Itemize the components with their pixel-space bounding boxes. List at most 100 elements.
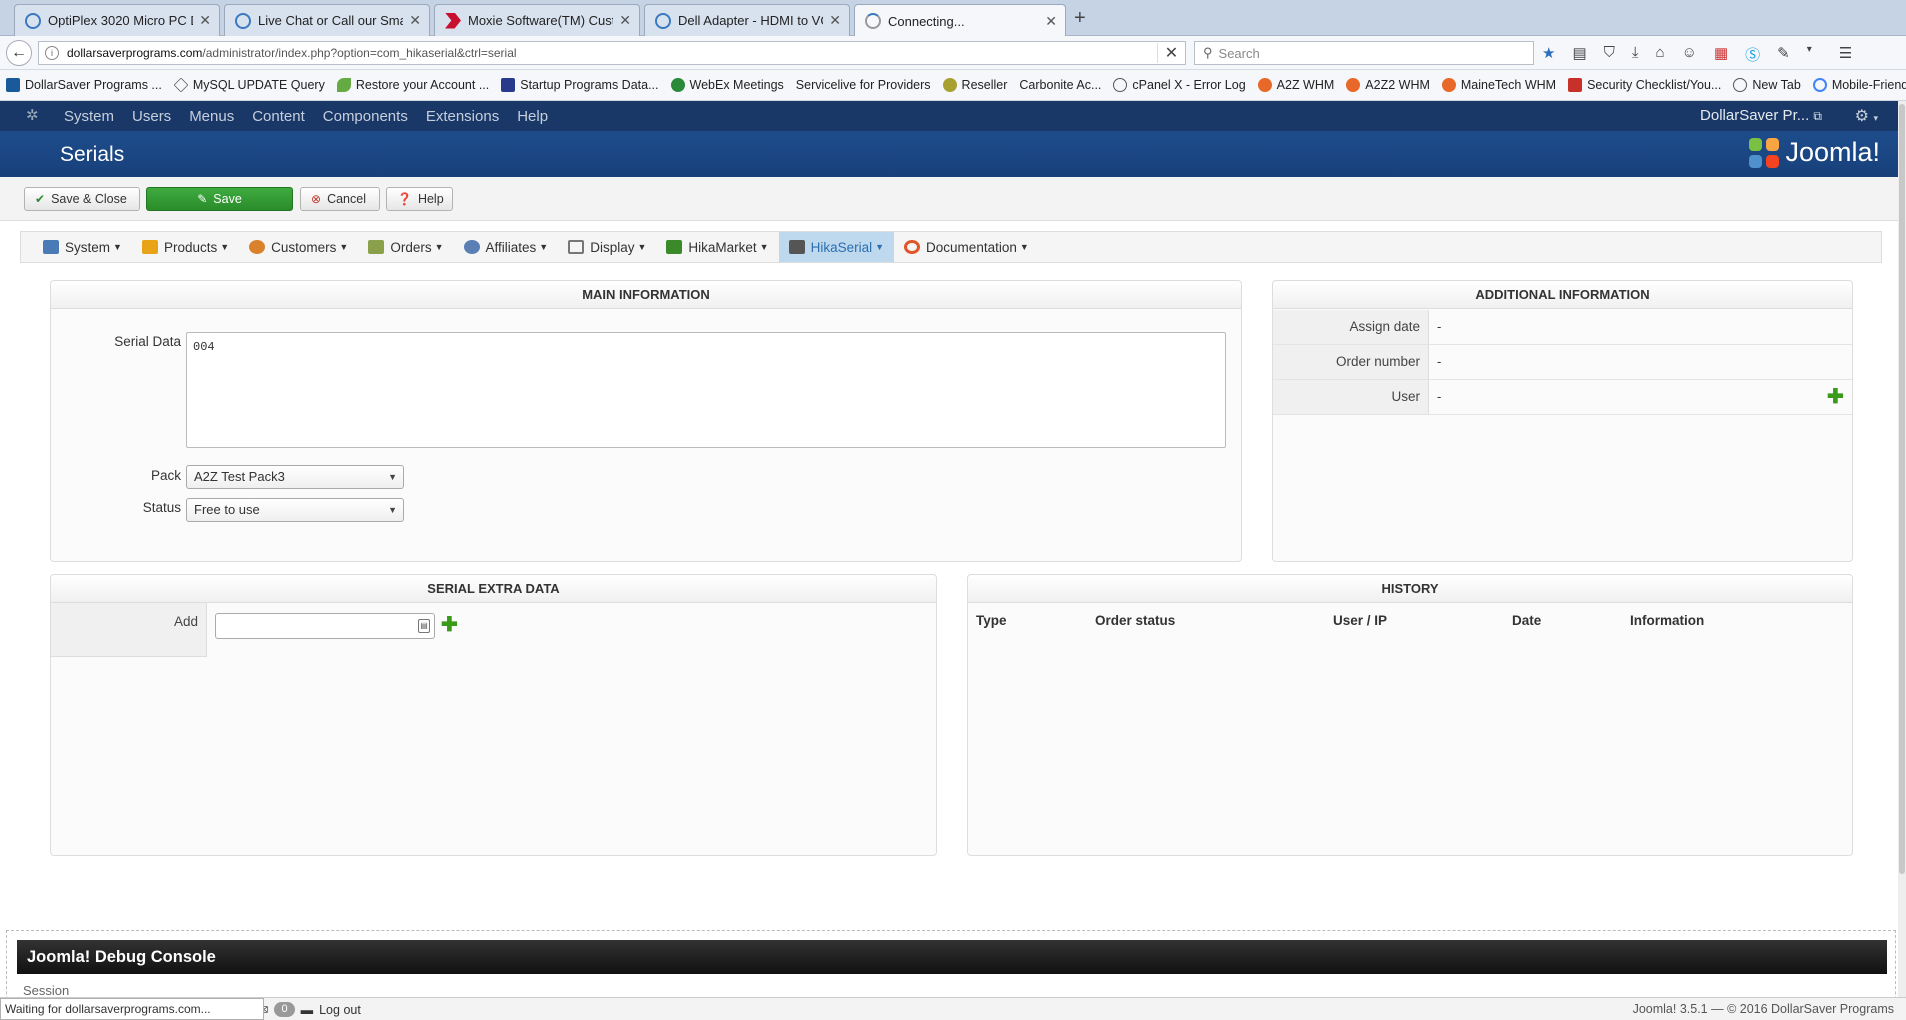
menu-components[interactable]: Components (323, 108, 408, 125)
chat-icon[interactable]: ☺ (1682, 44, 1697, 65)
status-select[interactable]: Free to use ▼ (186, 498, 404, 522)
browser-tab-1[interactable]: OptiPlex 3020 Micro PC De... ✕ (14, 4, 220, 36)
hikashop-nav: System ▼ Products ▼ Customers ▼ Orders ▼ Aff… (20, 231, 1882, 263)
browser-tab-4[interactable]: Dell Adapter - HDMI to VG... ✕ (644, 4, 850, 36)
bookmark-item[interactable]: Servicelive for Providers (796, 78, 931, 92)
hikanav-hikaserial[interactable]: HikaSerial ▼ (778, 232, 895, 262)
skype-icon[interactable]: Ⓢ (1745, 44, 1760, 65)
bookmark-item[interactable]: A2Z WHM (1257, 78, 1334, 92)
save-close-button[interactable]: ✔ Save & Close (24, 187, 140, 211)
whm-icon (1257, 78, 1272, 92)
pocket-icon[interactable]: ⛉ (1604, 44, 1615, 65)
history-col-information[interactable]: Information (1630, 613, 1704, 628)
info-row-order-number: Order number - (1273, 345, 1852, 380)
extra-data-table: Add ▤ ✚ (51, 603, 936, 817)
bookmark-star-icon[interactable]: ★ (1542, 44, 1555, 65)
browser-tab-2[interactable]: Live Chat or Call our Small ... ✕ (224, 4, 430, 36)
extension-icon[interactable]: ✎ (1777, 44, 1790, 65)
bookmark-item[interactable]: Security Checklist/You... (1568, 78, 1721, 92)
close-icon[interactable]: ✕ (409, 12, 421, 29)
chevron-down-icon: ▼ (759, 242, 769, 252)
leaf-icon (336, 78, 351, 92)
moxie-favicon-icon (445, 12, 461, 29)
page-scrollbar-thumb[interactable] (1899, 104, 1905, 874)
bookmark-item[interactable]: A2Z2 WHM (1346, 78, 1430, 92)
bookmark-item[interactable]: MySQL UPDATE Query (173, 77, 325, 93)
hikanav-display[interactable]: Display ▼ (558, 232, 656, 262)
hikanav-documentation[interactable]: Documentation ▼ (894, 232, 1039, 262)
menu-users[interactable]: Users (132, 108, 171, 125)
browser-tab-3[interactable]: Moxie Software(TM) Custo... ✕ (434, 4, 640, 36)
bookmark-item[interactable]: Startup Programs Data... (501, 78, 659, 92)
url-bar[interactable]: i dollarsaverprograms.com/administrator/… (38, 41, 1186, 65)
close-icon[interactable]: ✕ (1045, 13, 1057, 30)
back-arrow-icon[interactable]: ← (6, 40, 32, 66)
stop-loading-icon[interactable]: ✕ (1157, 43, 1185, 63)
status-label: Status (142, 500, 181, 515)
save-button[interactable]: ✎ Save (146, 187, 293, 211)
google-icon (1812, 78, 1827, 92)
history-col-type[interactable]: Type (976, 613, 1007, 628)
menu-content[interactable]: Content (252, 108, 305, 125)
close-icon[interactable]: ✕ (199, 12, 211, 29)
messages-count-badge[interactable]: 0 (274, 1002, 295, 1017)
menu-extensions[interactable]: Extensions (426, 108, 499, 125)
site-link[interactable]: DollarSaver Pr... ⧉ (1700, 107, 1822, 124)
bookmark-item[interactable]: cPanel X - Error Log (1113, 78, 1246, 92)
new-tab-icon[interactable]: + (1074, 7, 1086, 30)
browser-tab-bar: OptiPlex 3020 Micro PC De... ✕ Live Chat… (0, 0, 1906, 37)
add-user-icon[interactable]: ✚ (1827, 387, 1844, 407)
history-col-order-status[interactable]: Order status (1095, 613, 1175, 628)
browser-tab-5-active[interactable]: Connecting... ✕ (854, 4, 1066, 37)
hikanav-orders[interactable]: Orders ▼ (358, 232, 453, 262)
pack-select[interactable]: A2Z Test Pack3 ▼ (186, 465, 404, 489)
lifebuoy-icon (904, 240, 921, 254)
hamburger-menu-icon[interactable]: ☰ (1839, 44, 1852, 65)
close-icon[interactable]: ✕ (619, 12, 631, 29)
cancel-button[interactable]: ⊗ Cancel (300, 187, 380, 211)
menu-help[interactable]: Help (517, 108, 548, 125)
extra-data-input[interactable]: ▤ (215, 613, 435, 639)
menu-menus[interactable]: Menus (189, 108, 234, 125)
browser-search-input[interactable]: ⚲ Search (1194, 41, 1534, 65)
home-icon[interactable]: ⌂ (1656, 44, 1665, 65)
reading-list-icon[interactable]: ▤ (1572, 44, 1586, 65)
bookmark-item[interactable]: Reseller (942, 78, 1007, 92)
bookmark-item[interactable]: Mobile-Friendly Test (1812, 78, 1906, 92)
add-extra-data-icon[interactable]: ✚ (441, 615, 458, 635)
dropdown-icon[interactable]: ▾ (1807, 44, 1812, 65)
hikanav-hikamarket[interactable]: HikaMarket ▼ (656, 232, 778, 262)
dell-favicon-icon (25, 12, 41, 29)
hikanav-customers[interactable]: Customers ▼ (239, 232, 358, 262)
debug-session-label[interactable]: Session (23, 983, 69, 998)
bookmark-item[interactable]: New Tab (1733, 78, 1801, 92)
hikanav-affiliates[interactable]: Affiliates ▼ (454, 232, 559, 262)
calendar-icon[interactable]: ▤ (418, 619, 430, 633)
chevron-down-icon: ▼ (434, 242, 444, 252)
help-button[interactable]: ❓ Help (386, 187, 453, 211)
bookmark-item[interactable]: WebEx Meetings (670, 78, 784, 92)
menu-system[interactable]: System (64, 108, 114, 125)
hikanav-products[interactable]: Products ▼ (132, 232, 239, 262)
bookmark-item[interactable]: Carbonite Ac... (1019, 78, 1101, 92)
display-icon (568, 240, 585, 254)
history-col-date[interactable]: Date (1512, 613, 1541, 628)
serial-icon (788, 240, 805, 254)
debug-console-title[interactable]: Joomla! Debug Console (17, 940, 1887, 974)
logout-link[interactable]: Log out (319, 1003, 361, 1017)
close-icon[interactable]: ✕ (829, 12, 841, 29)
grid-extension-icon[interactable]: ▦ (1714, 44, 1728, 65)
users-icon (249, 240, 266, 254)
joomla-logo-icon[interactable]: ✲ (26, 108, 42, 124)
download-icon[interactable]: ⤓ (1632, 44, 1639, 65)
serial-data-textarea[interactable]: 004 (186, 332, 1226, 448)
gear-icon[interactable]: ⚙ ▾ (1855, 106, 1878, 126)
joomla-logo-icon (1749, 137, 1780, 168)
bookmark-item[interactable]: MaineTech WHM (1441, 78, 1556, 92)
history-col-user-ip[interactable]: User / IP (1333, 613, 1387, 628)
bookmark-item[interactable]: DollarSaver Programs ... (6, 78, 162, 92)
status-footer-links: ✉ 0 ▬ Log out (258, 1002, 361, 1017)
hikanav-system[interactable]: System ▼ (33, 232, 132, 262)
bookmark-item[interactable]: Restore your Account ... (336, 78, 489, 92)
info-icon[interactable]: i (45, 46, 59, 60)
